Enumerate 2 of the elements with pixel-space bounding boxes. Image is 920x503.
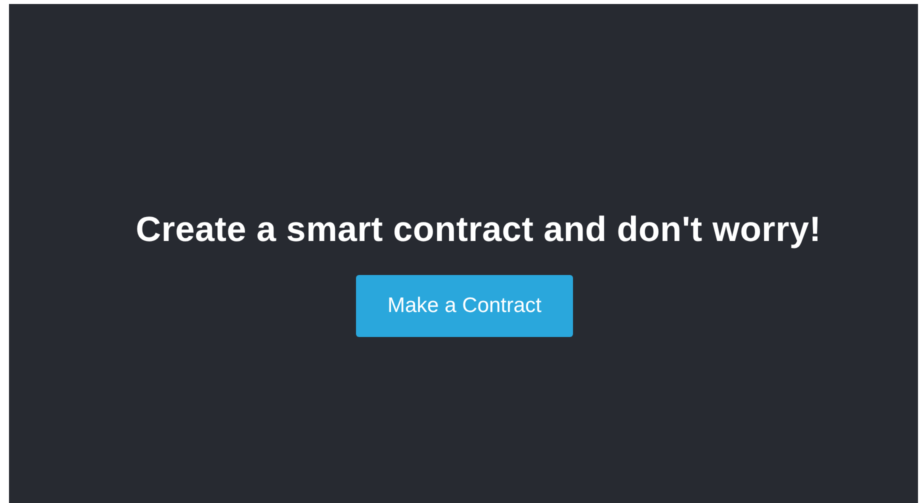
headline: Create a smart contract and don't worry!	[136, 209, 822, 251]
make-contract-button[interactable]: Make a Contract	[356, 275, 573, 337]
